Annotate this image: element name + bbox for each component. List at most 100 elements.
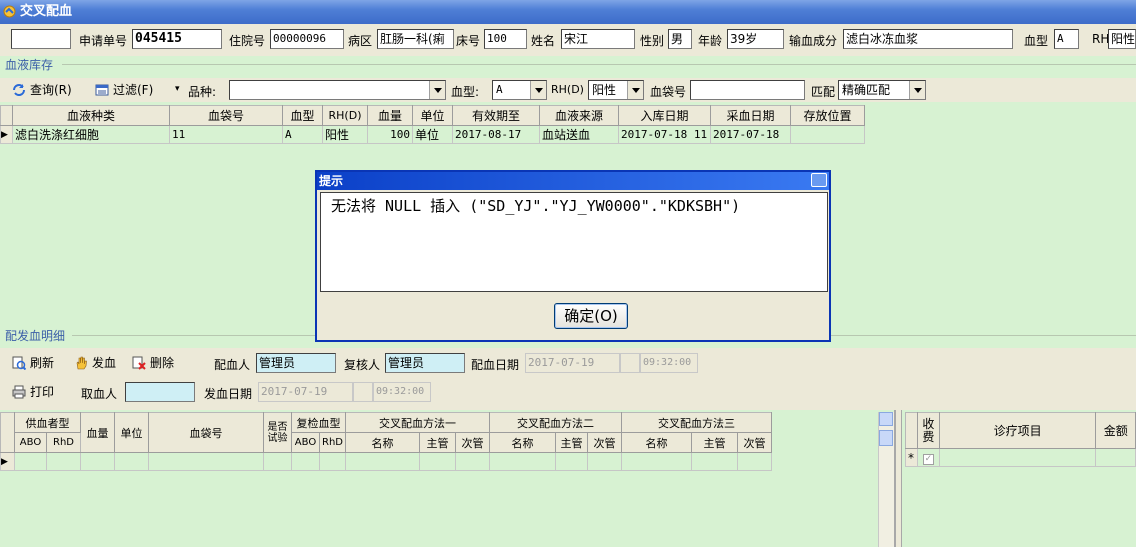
inpatient-no-field[interactable]: 00000096 [270, 29, 344, 49]
stock-col-header[interactable]: 血量 [367, 105, 413, 126]
table-cell[interactable] [691, 452, 738, 471]
variety-combo[interactable] [229, 80, 446, 100]
stock-rh-combo[interactable]: 阳性 [588, 80, 644, 100]
table-cell[interactable] [80, 452, 115, 471]
table-cell[interactable] [555, 452, 588, 471]
method2-minor-header[interactable]: 次管 [587, 432, 622, 453]
issue-date-field[interactable]: 2017-07-19 [258, 382, 353, 402]
rh-field[interactable]: 阳性 [1108, 29, 1136, 49]
matcher-field[interactable]: 管理员 [256, 353, 336, 373]
delete-button[interactable]: 删除 [132, 353, 174, 373]
rhd2-header[interactable]: RhD [319, 432, 346, 453]
table-cell[interactable] [621, 452, 692, 471]
table-cell[interactable] [114, 452, 149, 471]
sex-field[interactable]: 男 [668, 29, 692, 49]
abo2-header[interactable]: ABO [291, 432, 320, 453]
table-cell[interactable]: 11 [169, 125, 283, 144]
table-cell[interactable] [489, 452, 556, 471]
stock-col-header[interactable]: RH(D) [322, 105, 368, 126]
issue-button[interactable]: 发血 [74, 353, 116, 373]
stock-col-header[interactable]: 血液种类 [12, 105, 170, 126]
method2-header[interactable]: 交叉配血方法二 [489, 412, 622, 433]
item-header[interactable]: 诊疗项目 [938, 412, 1097, 449]
bed-field[interactable]: 100 [484, 29, 527, 49]
table-row[interactable]: * ✓ [905, 448, 1136, 467]
bagno-header[interactable]: 血袋号 [148, 412, 264, 453]
chevron-down-icon[interactable] [909, 81, 925, 99]
abo-header[interactable]: ABO [14, 432, 47, 453]
name-field[interactable]: 宋江 [561, 29, 635, 49]
method3-main-header[interactable]: 主管 [691, 432, 738, 453]
table-row[interactable]: ▶ [0, 452, 772, 471]
table-cell[interactable]: 2017-07-18 11 [618, 125, 711, 144]
table-cell[interactable] [790, 125, 865, 144]
chevron-down-icon[interactable] [530, 81, 546, 99]
chevron-down-icon[interactable] [429, 81, 445, 99]
table-cell[interactable] [455, 452, 490, 471]
table-cell[interactable]: 单位 [412, 125, 453, 144]
detail-vertical-scrollbar[interactable] [878, 412, 894, 547]
table-cell[interactable] [263, 452, 292, 471]
request-no-field[interactable]: 045415 [132, 29, 222, 49]
match-date-field[interactable]: 2017-07-19 [525, 353, 620, 373]
issue-time-field[interactable]: 09:32:00 [373, 382, 431, 402]
bagno-field[interactable] [690, 80, 805, 100]
table-cell[interactable]: 100 [367, 125, 413, 144]
method2-name-header[interactable]: 名称 [489, 432, 556, 453]
rhd-header[interactable]: RhD [46, 432, 81, 453]
stock-col-header[interactable]: 有效期至 [452, 105, 540, 126]
query-button[interactable]: 查询(R) [12, 80, 72, 100]
table-cell[interactable] [148, 452, 264, 471]
table-row[interactable]: ▶ 滤白洗涤红细胞 11 A 阳性 100 单位 2017-08-17 血站送血… [0, 125, 865, 144]
method1-name-header[interactable]: 名称 [345, 432, 420, 453]
print-button[interactable]: 打印 [12, 382, 54, 402]
method3-name-header[interactable]: 名称 [621, 432, 692, 453]
match-combo[interactable]: 精确匹配 [838, 80, 926, 100]
volume-header[interactable]: 血量 [80, 412, 115, 453]
trial-header[interactable]: 是否 试验 [263, 412, 292, 453]
table-cell[interactable] [587, 452, 622, 471]
table-cell[interactable] [1095, 448, 1136, 467]
table-cell[interactable] [46, 452, 81, 471]
stock-col-header[interactable]: 存放位置 [790, 105, 865, 126]
method2-main-header[interactable]: 主管 [555, 432, 588, 453]
table-cell[interactable] [737, 452, 772, 471]
method1-minor-header[interactable]: 次管 [455, 432, 490, 453]
match-time-field[interactable]: 09:32:00 [640, 353, 698, 373]
stock-col-header[interactable]: 血袋号 [169, 105, 283, 126]
charged-header[interactable]: 收费 [916, 412, 940, 449]
scroll-thumb[interactable] [879, 430, 893, 446]
close-icon[interactable] [811, 173, 827, 187]
refresh-button[interactable]: 刷新 [12, 353, 54, 373]
component-field[interactable]: 滤白冰冻血浆 [843, 29, 1013, 49]
ward-field[interactable]: 肛肠一科(痢 [377, 29, 454, 49]
ok-button[interactable]: 确定(O) [554, 303, 628, 329]
method3-minor-header[interactable]: 次管 [737, 432, 772, 453]
table-cell[interactable] [291, 452, 320, 471]
donor-type-header[interactable]: 供血者型 [14, 412, 81, 433]
chevron-down-icon[interactable] [627, 81, 643, 99]
table-cell[interactable] [14, 452, 47, 471]
splitter[interactable] [896, 410, 902, 547]
stock-col-header[interactable]: 血型 [282, 105, 323, 126]
scroll-up-icon[interactable] [879, 412, 893, 426]
age-field[interactable]: 39岁 [727, 29, 784, 49]
blank-field[interactable] [11, 29, 71, 49]
issue-date-picker-button[interactable] [353, 382, 373, 402]
stock-bloodtype-combo[interactable]: A [492, 80, 547, 100]
amount-header[interactable]: 金额 [1095, 412, 1136, 449]
stock-col-header[interactable]: 单位 [412, 105, 453, 126]
table-cell[interactable] [345, 452, 420, 471]
checker-field[interactable]: 管理员 [385, 353, 465, 373]
table-cell[interactable] [419, 452, 456, 471]
method1-main-header[interactable]: 主管 [419, 432, 456, 453]
table-cell[interactable]: 阳性 [322, 125, 368, 144]
filter-button[interactable]: 过滤(F) [95, 80, 153, 100]
stock-col-header[interactable]: 血液来源 [539, 105, 619, 126]
table-cell[interactable]: 2017-07-18 [710, 125, 791, 144]
table-cell[interactable] [938, 448, 1097, 467]
table-cell[interactable]: 2017-08-17 [452, 125, 540, 144]
unit-header[interactable]: 单位 [114, 412, 149, 453]
table-cell[interactable]: 血站送血 [539, 125, 619, 144]
table-cell[interactable]: 滤白洗涤红细胞 [12, 125, 170, 144]
